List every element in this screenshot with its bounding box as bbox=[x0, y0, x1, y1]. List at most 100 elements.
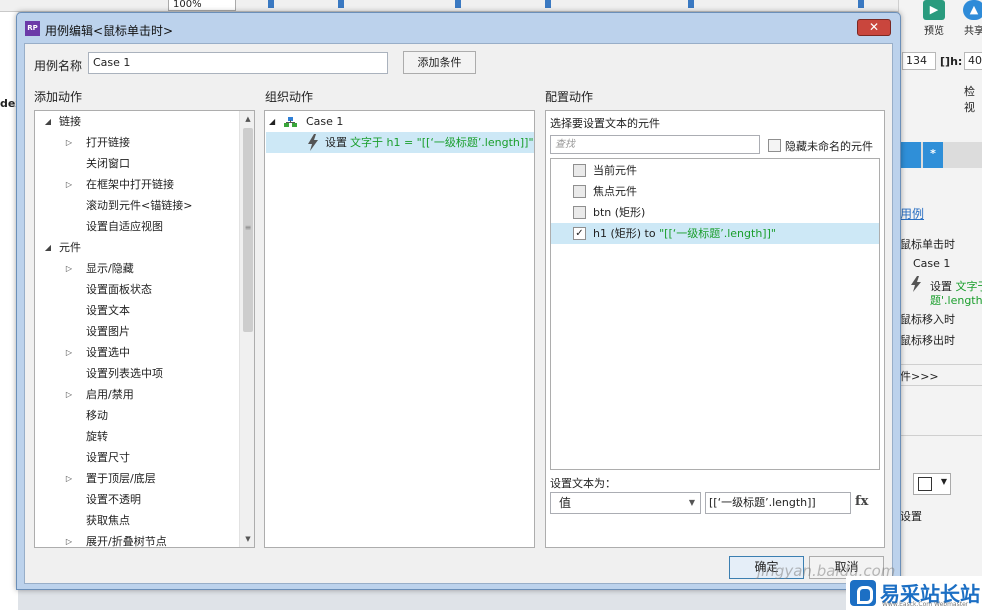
checkbox[interactable] bbox=[768, 139, 781, 152]
width-input[interactable]: 134 bbox=[902, 52, 936, 70]
tree-item-label: 设置不透明 bbox=[86, 493, 141, 506]
play-icon: ▶ bbox=[923, 0, 945, 20]
tree-item-label: 元件 bbox=[59, 241, 81, 254]
widget-label: 焦点元件 bbox=[593, 185, 637, 198]
expand-triangle-icon[interactable]: ▷ bbox=[64, 343, 74, 363]
zoom-select[interactable]: 100% bbox=[168, 0, 236, 11]
configure-action-title: 配置动作 bbox=[545, 90, 594, 104]
checkbox[interactable] bbox=[573, 185, 586, 198]
inspector-tab-properties[interactable] bbox=[899, 142, 921, 168]
collapse-triangle-icon[interactable]: ◢ bbox=[43, 112, 53, 132]
checkbox[interactable] bbox=[573, 164, 586, 177]
divider bbox=[899, 364, 982, 365]
widget-row[interactable]: ✓ h1 (矩形) to "[[‘一级标题’.length]]" bbox=[551, 223, 879, 244]
lightning-icon bbox=[308, 134, 318, 151]
toolbar-icon[interactable] bbox=[545, 0, 551, 8]
scroll-thumb[interactable]: ≡ bbox=[243, 128, 253, 332]
watermark-logo: 易采站长站 Www.Easck.Com Webmaster bbox=[846, 576, 982, 610]
expand-triangle-icon[interactable]: ▷ bbox=[64, 259, 74, 279]
event-onmouseenter[interactable]: 鼠标移入时 bbox=[900, 311, 955, 327]
share-button[interactable]: ▲ 共享 bbox=[954, 0, 982, 38]
tree-item-label: 获取焦点 bbox=[86, 514, 130, 527]
toolbar-icon[interactable] bbox=[338, 0, 344, 8]
checkbox[interactable] bbox=[573, 206, 586, 219]
height-lock-icon[interactable]: [] bbox=[940, 55, 950, 68]
close-button[interactable]: ✕ bbox=[857, 19, 891, 36]
color-swatch bbox=[918, 477, 932, 491]
checkbox-checked[interactable]: ✓ bbox=[573, 227, 586, 240]
tree-item-label: 旋转 bbox=[86, 430, 108, 443]
divider bbox=[899, 435, 982, 436]
collapse-triangle-icon[interactable]: ◢ bbox=[43, 238, 53, 258]
settings-label: 设置 bbox=[900, 510, 922, 523]
search-input[interactable]: 查找 bbox=[550, 135, 760, 154]
widget-row[interactable]: 当前元件 bbox=[551, 160, 879, 181]
tree-item-label: 显示/隐藏 bbox=[86, 262, 134, 275]
inspector-title: 检视 bbox=[964, 85, 975, 114]
case-name-label: 用例名称 bbox=[34, 59, 83, 73]
action-row-selected[interactable]: 设置 文字于 h1 = "[[‘一级标题’.length]]" bbox=[266, 132, 534, 153]
inspector-tab-notes[interactable]: * bbox=[923, 142, 943, 168]
height-label: []h: bbox=[940, 55, 963, 68]
expand-triangle-icon[interactable]: ◢ bbox=[269, 113, 275, 131]
tree-item-label: 设置自适应视图 bbox=[86, 220, 163, 233]
preview-button[interactable]: ▶ 预览 bbox=[914, 0, 954, 38]
tree-item-label: 关闭窗口 bbox=[86, 157, 130, 170]
tree-item-label: 设置尺寸 bbox=[86, 451, 130, 464]
value-type-select[interactable]: 值 ▼ bbox=[550, 492, 701, 514]
expand-triangle-icon[interactable]: ▷ bbox=[64, 175, 74, 195]
chevron-down-icon: ▼ bbox=[940, 477, 947, 486]
event-onmouseleave[interactable]: 鼠标移出时 bbox=[900, 332, 955, 348]
action-tree-panel: ◢ 链接 ▷ 打开链接关闭窗口 ▷ 在框架中打开链接滚动到元件<锚链接> 设置自适应视图 ◢ 元… bbox=[34, 110, 255, 548]
event-onclick[interactable]: 鼠标单击时 bbox=[900, 236, 955, 252]
widget-list: 当前元件焦点元件 btn (矩形) ✓ h1 (矩形) to "[[‘一级标题’.le… bbox=[550, 158, 880, 470]
tree-item-label: 滚动到元件<锚链接> bbox=[86, 199, 193, 212]
app-toolbar: 100% bbox=[0, 0, 982, 12]
expand-triangle-icon[interactable]: ▷ bbox=[64, 469, 74, 489]
expand-triangle-icon[interactable]: ▷ bbox=[64, 385, 74, 405]
fx-button[interactable]: fx bbox=[855, 494, 868, 509]
scrollbar[interactable]: ▲ ≡ ▼ bbox=[239, 111, 254, 547]
tree-item-label: 设置列表选中项 bbox=[86, 367, 163, 380]
dialog-titlebar[interactable]: RP 用例编辑<鼠标单击时> ✕ bbox=[17, 13, 900, 43]
expand-triangle-icon[interactable]: ▷ bbox=[64, 133, 74, 153]
expand-triangle-icon[interactable]: ▷ bbox=[64, 532, 74, 547]
lightning-icon bbox=[911, 276, 921, 292]
case-editor-dialog: RP 用例编辑<鼠标单击时> ✕ 用例名称 Case 1 添加条件 添加动作 组… bbox=[16, 12, 901, 590]
cloud-upload-icon: ▲ bbox=[963, 0, 982, 20]
tree-item-label: 设置图片 bbox=[86, 325, 130, 338]
case-tree-icon bbox=[284, 117, 297, 127]
tree-item-label: 在框架中打开链接 bbox=[86, 178, 174, 191]
color-picker[interactable]: ▼ bbox=[913, 473, 951, 495]
scroll-down-arrow-icon[interactable]: ▼ bbox=[240, 531, 254, 547]
organize-action-title: 组织动作 bbox=[265, 90, 314, 104]
case-name-input[interactable]: Case 1 bbox=[88, 52, 388, 74]
widget-label: btn (矩形) bbox=[593, 206, 646, 219]
toolbar-icon[interactable] bbox=[858, 0, 864, 8]
add-action-title: 添加动作 bbox=[34, 90, 83, 104]
value-input[interactable]: [[‘一级标题’.length]] bbox=[705, 492, 851, 514]
toolbar-icon[interactable] bbox=[455, 0, 461, 8]
tree-item-label: 打开链接 bbox=[86, 136, 130, 149]
configure-action-panel: 选择要设置文本的元件 查找 隐藏未命名的元件 当前元件 焦点元件 btn (矩形) ✓… bbox=[545, 110, 885, 548]
app-logo-icon: RP bbox=[25, 21, 40, 36]
tree-item-label: 设置文本 bbox=[86, 304, 130, 317]
widget-row[interactable]: 焦点元件 bbox=[551, 181, 879, 202]
select-widget-label: 选择要设置文本的元件 bbox=[550, 117, 660, 130]
tree-item-label: 设置面板状态 bbox=[86, 283, 152, 296]
dialog-title: 用例编辑<鼠标单击时> bbox=[45, 24, 174, 38]
more-events-link[interactable]: 件>>> bbox=[900, 368, 939, 384]
close-icon: ✕ bbox=[868, 20, 880, 34]
toolbar-icon[interactable] bbox=[688, 0, 694, 8]
add-case-link[interactable]: 用例 bbox=[900, 205, 924, 222]
event-case[interactable]: Case 1 bbox=[913, 257, 950, 270]
scroll-up-arrow-icon[interactable]: ▲ bbox=[240, 111, 254, 127]
widget-row[interactable]: btn (矩形) bbox=[551, 202, 879, 223]
widget-label: 当前元件 bbox=[593, 164, 637, 177]
tree-item-label: 置于顶层/底层 bbox=[86, 472, 156, 485]
add-condition-button[interactable]: 添加条件 bbox=[403, 51, 476, 74]
tree-item-label: 设置选中 bbox=[86, 346, 130, 359]
height-input[interactable]: 40 bbox=[964, 52, 982, 70]
tree-item-label: 链接 bbox=[59, 115, 81, 128]
toolbar-icon[interactable] bbox=[268, 0, 274, 8]
